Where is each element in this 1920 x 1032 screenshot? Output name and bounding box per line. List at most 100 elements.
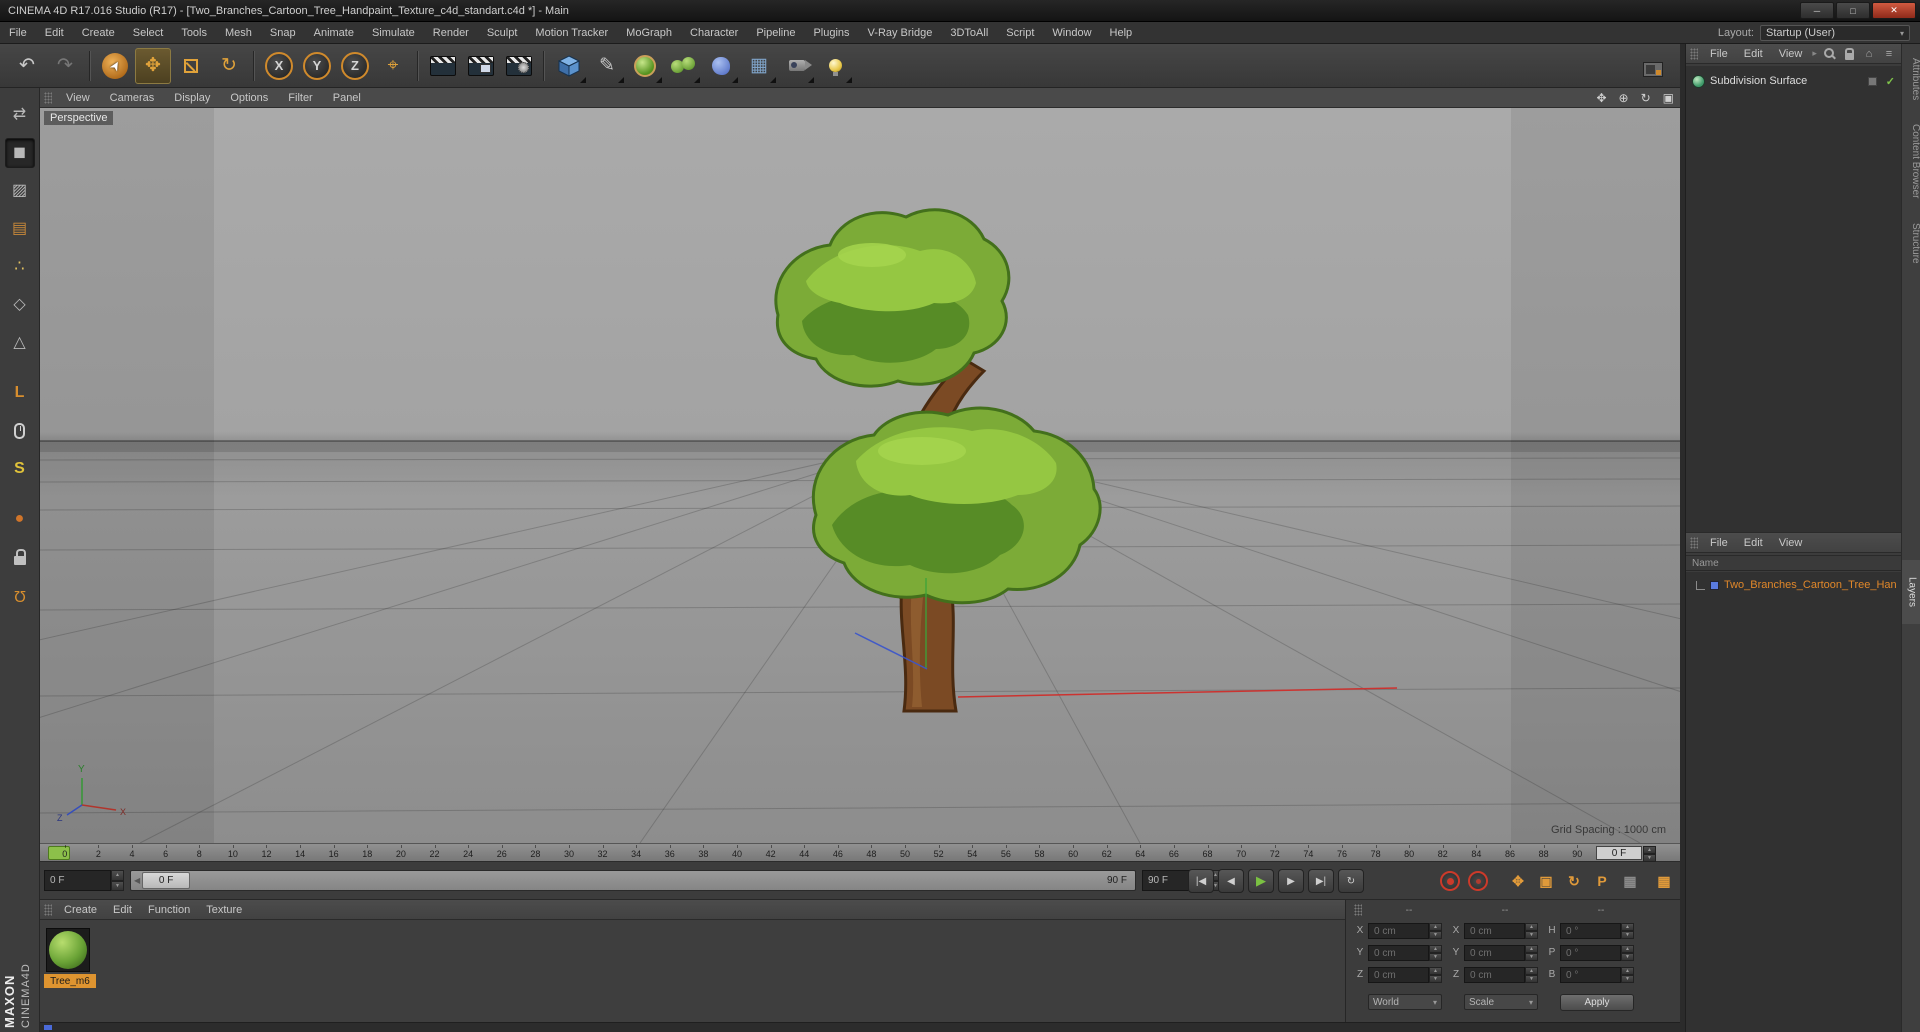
drag-handle-icon[interactable] (44, 903, 52, 916)
play-button[interactable]: ▶ (1248, 869, 1274, 893)
scene-item-row[interactable]: Two_Branches_Cartoon_Tree_Han (1686, 576, 1901, 594)
enabled-check-icon[interactable]: ✓ (1886, 75, 1895, 88)
scene-panel-menu-item[interactable]: Edit (1736, 533, 1771, 552)
home-icon[interactable]: ⌂ (1861, 46, 1877, 62)
move-tool[interactable]: ✥ (135, 47, 171, 84)
model-mode-button[interactable]: ◼ (4, 138, 35, 168)
menu-item[interactable]: Motion Tracker (526, 22, 617, 43)
rot-h-field[interactable]: 0 ° ▲ ▼ (1560, 923, 1634, 939)
paint-tool-button[interactable]: ● (5, 504, 35, 534)
make-editable-button[interactable]: ⇄ (5, 100, 35, 130)
drag-handle-icon[interactable] (44, 91, 52, 104)
object-row-subdivision-surface[interactable]: Subdivision Surface ✓ (1686, 72, 1901, 90)
menu-item[interactable]: Sculpt (478, 22, 527, 43)
object-manager-list[interactable]: Subdivision Surface ✓ (1686, 66, 1901, 533)
viewport-rotate-icon[interactable]: ↻ (1641, 91, 1651, 105)
render-settings-button[interactable] (501, 48, 537, 84)
menu-item[interactable]: Window (1043, 22, 1100, 43)
workplane-mode-button[interactable]: ▤ (5, 214, 35, 244)
scene-item-name[interactable]: Two_Branches_Cartoon_Tree_Han (1724, 579, 1897, 591)
render-picture-viewer-button[interactable] (463, 48, 499, 84)
object-manager-menu-item[interactable]: Edit (1736, 44, 1771, 63)
menu-item[interactable]: Script (997, 22, 1043, 43)
size-x-field[interactable]: 0 cm ▲ ▼ (1464, 923, 1538, 939)
name-column-header[interactable]: Name (1686, 555, 1901, 571)
menu-item[interactable]: V-Ray Bridge (859, 22, 942, 43)
size-mode-dropdown[interactable]: Scale ▾ (1464, 994, 1538, 1010)
panel-menu-icon[interactable]: ≡ (1881, 46, 1897, 62)
object-manager-menu-item[interactable]: View (1771, 44, 1811, 63)
next-frame-button[interactable]: ▶ (1278, 869, 1304, 893)
record-parameter-toggle[interactable]: P (1590, 871, 1614, 891)
menu-item[interactable]: Mesh (216, 22, 261, 43)
viewport-maximize-icon[interactable]: ▣ (1663, 91, 1674, 105)
scale-tool[interactable] (173, 48, 209, 84)
rot-b-field[interactable]: 0 ° ▲ ▼ (1560, 967, 1634, 983)
scene-panel-menu-item[interactable]: File (1702, 533, 1736, 552)
apply-button[interactable]: Apply (1560, 994, 1634, 1011)
render-view-button[interactable] (425, 48, 461, 84)
axis-mode-button[interactable]: L (5, 378, 35, 408)
layout-dropdown[interactable]: Startup (User) ▾ (1760, 25, 1910, 41)
menu-item[interactable]: Edit (36, 22, 73, 43)
record-scale-toggle[interactable]: ▣ (1534, 871, 1558, 891)
current-frame-field[interactable]: 0 F ▲ ▼ (44, 870, 124, 891)
menu-item[interactable]: Simulate (363, 22, 424, 43)
maximize-button[interactable]: □ (1836, 2, 1870, 19)
camera-label[interactable]: Perspective (44, 111, 114, 125)
object-manager-menu-item[interactable]: File (1702, 44, 1736, 63)
play-mode-loop-button[interactable]: ↻ (1338, 869, 1364, 893)
current-frame-spinner[interactable]: ▲ ▼ (111, 870, 124, 891)
edges-mode-button[interactable]: ◇ (5, 290, 35, 320)
dock-tab[interactable]: Content Browser (1902, 114, 1920, 208)
menu-item[interactable]: Animate (305, 22, 363, 43)
material-menu-item[interactable]: Texture (198, 900, 250, 919)
lock-y-axis-button[interactable]: Y (299, 48, 335, 84)
dock-tab[interactable]: Structure (1902, 213, 1920, 274)
jump-to-start-button[interactable]: |◀ (1188, 869, 1214, 893)
ruler-frame-spinner[interactable]: ▲ ▼ (1643, 846, 1656, 862)
viewport-menu-item[interactable]: Panel (323, 88, 371, 107)
menu-item[interactable]: 3DToAll (941, 22, 997, 43)
lock-z-axis-button[interactable]: Z (337, 48, 373, 84)
rotate-tool[interactable]: ↻ (211, 48, 247, 84)
viewport-menu-item[interactable]: View (56, 88, 100, 107)
material-thumbnail[interactable] (46, 928, 90, 972)
viewport-menu-item[interactable]: Options (220, 88, 278, 107)
tab-layers[interactable]: Layers (1902, 560, 1920, 624)
menu-item[interactable]: Help (1101, 22, 1142, 43)
menu-item[interactable]: Snap (261, 22, 305, 43)
rot-p-field[interactable]: 0 ° ▲ ▼ (1560, 945, 1634, 961)
coordinate-system-button[interactable]: ⌖ (375, 48, 411, 84)
menu-item[interactable]: Render (424, 22, 478, 43)
deformer-button[interactable] (703, 48, 739, 84)
pos-y-field[interactable]: 0 cm ▲ ▼ (1368, 945, 1442, 961)
subdivision-surface-button[interactable] (627, 48, 663, 84)
ruler-frame-display[interactable]: 0 F (1596, 846, 1642, 860)
spline-pen-button[interactable]: ✎ (589, 48, 625, 84)
record-rotation-toggle[interactable]: ↻ (1562, 871, 1586, 891)
lock-x-axis-button[interactable]: X (261, 48, 297, 84)
menu-item[interactable]: Character (681, 22, 747, 43)
viewport-menu-item[interactable]: Cameras (100, 88, 165, 107)
layer-state-icon[interactable] (1867, 76, 1877, 86)
texture-mode-button[interactable]: ▨ (5, 176, 35, 206)
viewport-pan-icon[interactable]: ✥ (1596, 91, 1606, 105)
scene-panel-menu-item[interactable]: View (1771, 533, 1811, 552)
slider-left-arrow-icon[interactable]: ◀ (134, 876, 140, 885)
camera-button[interactable] (779, 48, 815, 84)
menu-item[interactable]: Plugins (804, 22, 858, 43)
redo-button[interactable]: ↷ (47, 48, 83, 84)
record-keyframe-button[interactable] (1440, 871, 1460, 891)
viewport-menu-item[interactable]: Display (164, 88, 220, 107)
menu-item[interactable]: MoGraph (617, 22, 681, 43)
interface-toggle-button[interactable] (1635, 51, 1671, 87)
lock-icon[interactable] (1841, 46, 1857, 62)
viewport-canvas[interactable]: Y X Z Perspective Grid Spacing : 1000 cm (40, 108, 1680, 843)
timeline-slider[interactable]: ◀ 0 F 90 F (130, 870, 1136, 891)
previous-frame-button[interactable]: ◀ (1218, 869, 1244, 893)
polygons-mode-button[interactable]: △ (5, 328, 35, 358)
material-menu-item[interactable]: Function (140, 900, 198, 919)
material-menu-item[interactable]: Edit (105, 900, 140, 919)
autokeying-button[interactable] (1468, 871, 1488, 891)
